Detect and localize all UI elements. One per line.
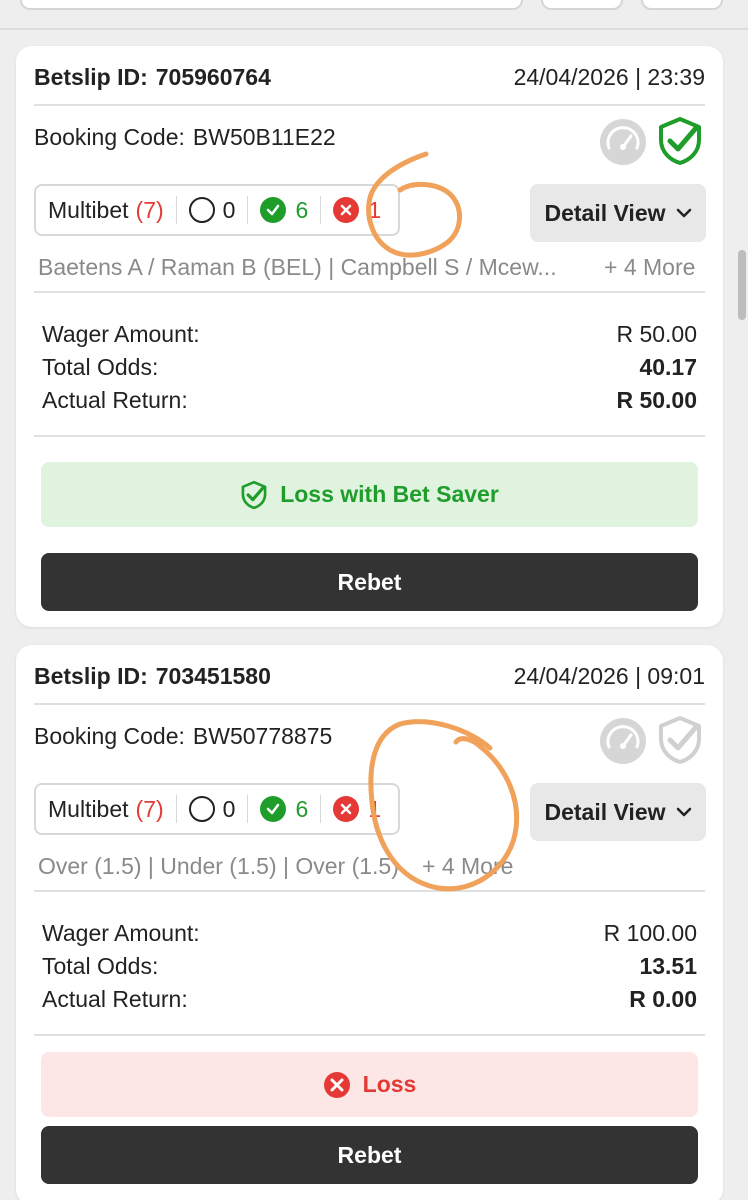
booking-code-row: Booking Code: BW50B11E22: [34, 124, 336, 151]
x-circle-icon: [333, 796, 360, 822]
detail-view-label: Detail View: [544, 199, 666, 226]
chevron-down-icon: [676, 807, 691, 817]
return-value: R 50.00: [616, 387, 697, 413]
more-selections-link[interactable]: + 4 More: [604, 254, 695, 281]
return-row: Actual Return: R 50.00: [42, 384, 697, 417]
selections-summary: Baetens A / Raman B (BEL) | Campbell S /…: [38, 254, 557, 280]
lost-legs: 1: [321, 785, 393, 833]
won-count: 6: [295, 196, 309, 223]
x-circle-icon: [323, 1071, 350, 1098]
divider: [34, 890, 705, 892]
open-legs: 0: [177, 186, 248, 234]
open-count: 0: [222, 196, 236, 223]
check-circle-icon: [260, 197, 287, 223]
check-circle-icon: [260, 796, 287, 822]
divider: [34, 291, 705, 293]
betslip-card: Betslip ID: 703451580 24/04/2026 | 09:01 …: [16, 645, 723, 1200]
wager-row: Wager Amount: R 50.00: [42, 318, 697, 351]
divider: [34, 703, 705, 705]
shield-check-icon[interactable]: [656, 715, 704, 765]
divider: [34, 1034, 705, 1036]
shield-check-icon: [241, 480, 267, 509]
booking-code-label: Booking Code:: [34, 723, 185, 749]
divider: [34, 435, 705, 437]
top-toolbar: [0, 0, 748, 30]
won-count: 6: [295, 795, 309, 822]
chevron-down-icon: [676, 208, 691, 218]
bet-type-label: Multibet: [48, 196, 129, 223]
selections-summary: Over (1.5) | Under (1.5) | Over (1.5): [38, 853, 399, 879]
divider: [34, 104, 705, 106]
rebet-button[interactable]: Rebet: [41, 553, 698, 611]
open-count: 0: [222, 795, 236, 822]
bet-count: (7): [135, 196, 164, 223]
divider: [0, 28, 748, 30]
detail-view-button[interactable]: Detail View: [530, 783, 706, 841]
betslip-id: 705960764: [155, 63, 271, 90]
bet-amounts: Wager Amount: R 100.00 Total Odds: 13.51…: [42, 917, 697, 1016]
lost-count: 1: [368, 196, 382, 223]
booking-code: BW50778875: [192, 723, 333, 749]
x-circle-icon: [333, 197, 360, 223]
odds-label: Total Odds:: [42, 354, 159, 380]
betslip-card: Betslip ID: 705960764 24/04/2026 | 23:39 …: [16, 46, 723, 627]
odds-value: 40.17: [639, 354, 697, 380]
bet-status-badge: Loss: [41, 1052, 698, 1117]
bet-type: Multibet (7): [36, 186, 176, 234]
detail-view-label: Detail View: [544, 798, 666, 825]
odds-label: Total Odds:: [42, 953, 159, 979]
bet-status-badge: Loss with Bet Saver: [41, 462, 698, 527]
bet-amounts: Wager Amount: R 50.00 Total Odds: 40.17 …: [42, 318, 697, 417]
betslip-id-label: Betslip ID:: [34, 63, 148, 90]
gauge-icon[interactable]: [599, 118, 647, 166]
betslip-id-label: Betslip ID:: [34, 662, 148, 689]
wager-row: Wager Amount: R 100.00: [42, 917, 697, 950]
bet-datetime: 24/04/2026 | 09:01: [513, 662, 705, 689]
wager-label: Wager Amount:: [42, 321, 200, 347]
open-circle-icon: [188, 197, 215, 223]
filter-input[interactable]: [20, 0, 523, 10]
return-value: R 0.00: [629, 986, 697, 1012]
booking-code-label: Booking Code:: [34, 124, 185, 150]
open-legs: 0: [177, 785, 248, 833]
open-circle-icon: [188, 796, 215, 822]
odds-row: Total Odds: 13.51: [42, 950, 697, 983]
bet-summary-pill: Multibet (7) 0 6 1: [34, 783, 400, 835]
return-row: Actual Return: R 0.00: [42, 983, 697, 1016]
scrollbar[interactable]: [738, 250, 746, 320]
won-legs: 6: [248, 186, 320, 234]
bet-type: Multibet (7): [36, 785, 176, 833]
status-text: Loss with Bet Saver: [280, 481, 499, 507]
bet-summary-pill: Multibet (7) 0 6 1: [34, 184, 400, 236]
betslip-header: Betslip ID: 703451580 24/04/2026 | 09:01: [34, 661, 705, 691]
sort-button[interactable]: [641, 0, 723, 10]
shield-check-icon[interactable]: [656, 116, 704, 166]
return-label: Actual Return:: [42, 387, 188, 413]
more-selections-link[interactable]: + 4 More: [422, 853, 513, 880]
filter-button[interactable]: [541, 0, 623, 10]
lost-legs: 1: [321, 186, 393, 234]
bet-type-label: Multibet: [48, 795, 129, 822]
bet-count: (7): [135, 795, 164, 822]
wager-label: Wager Amount:: [42, 920, 200, 946]
detail-view-button[interactable]: Detail View: [530, 184, 706, 242]
odds-row: Total Odds: 40.17: [42, 351, 697, 384]
lost-count: 1: [368, 795, 382, 822]
return-label: Actual Return:: [42, 986, 188, 1012]
betslip-id: 703451580: [155, 662, 271, 689]
booking-code-row: Booking Code: BW50778875: [34, 723, 332, 750]
betslip-header: Betslip ID: 705960764 24/04/2026 | 23:39: [34, 62, 705, 92]
gauge-icon[interactable]: [599, 717, 647, 765]
bet-datetime: 24/04/2026 | 23:39: [513, 63, 705, 90]
booking-code: BW50B11E22: [192, 124, 336, 150]
wager-value: R 100.00: [603, 920, 697, 946]
wager-value: R 50.00: [616, 321, 697, 347]
status-text: Loss: [362, 1071, 417, 1097]
won-legs: 6: [248, 785, 320, 833]
bet-history-page: Betslip ID: 705960764 24/04/2026 | 23:39 …: [0, 0, 748, 1200]
odds-value: 13.51: [639, 953, 697, 979]
rebet-button[interactable]: Rebet: [41, 1126, 698, 1184]
